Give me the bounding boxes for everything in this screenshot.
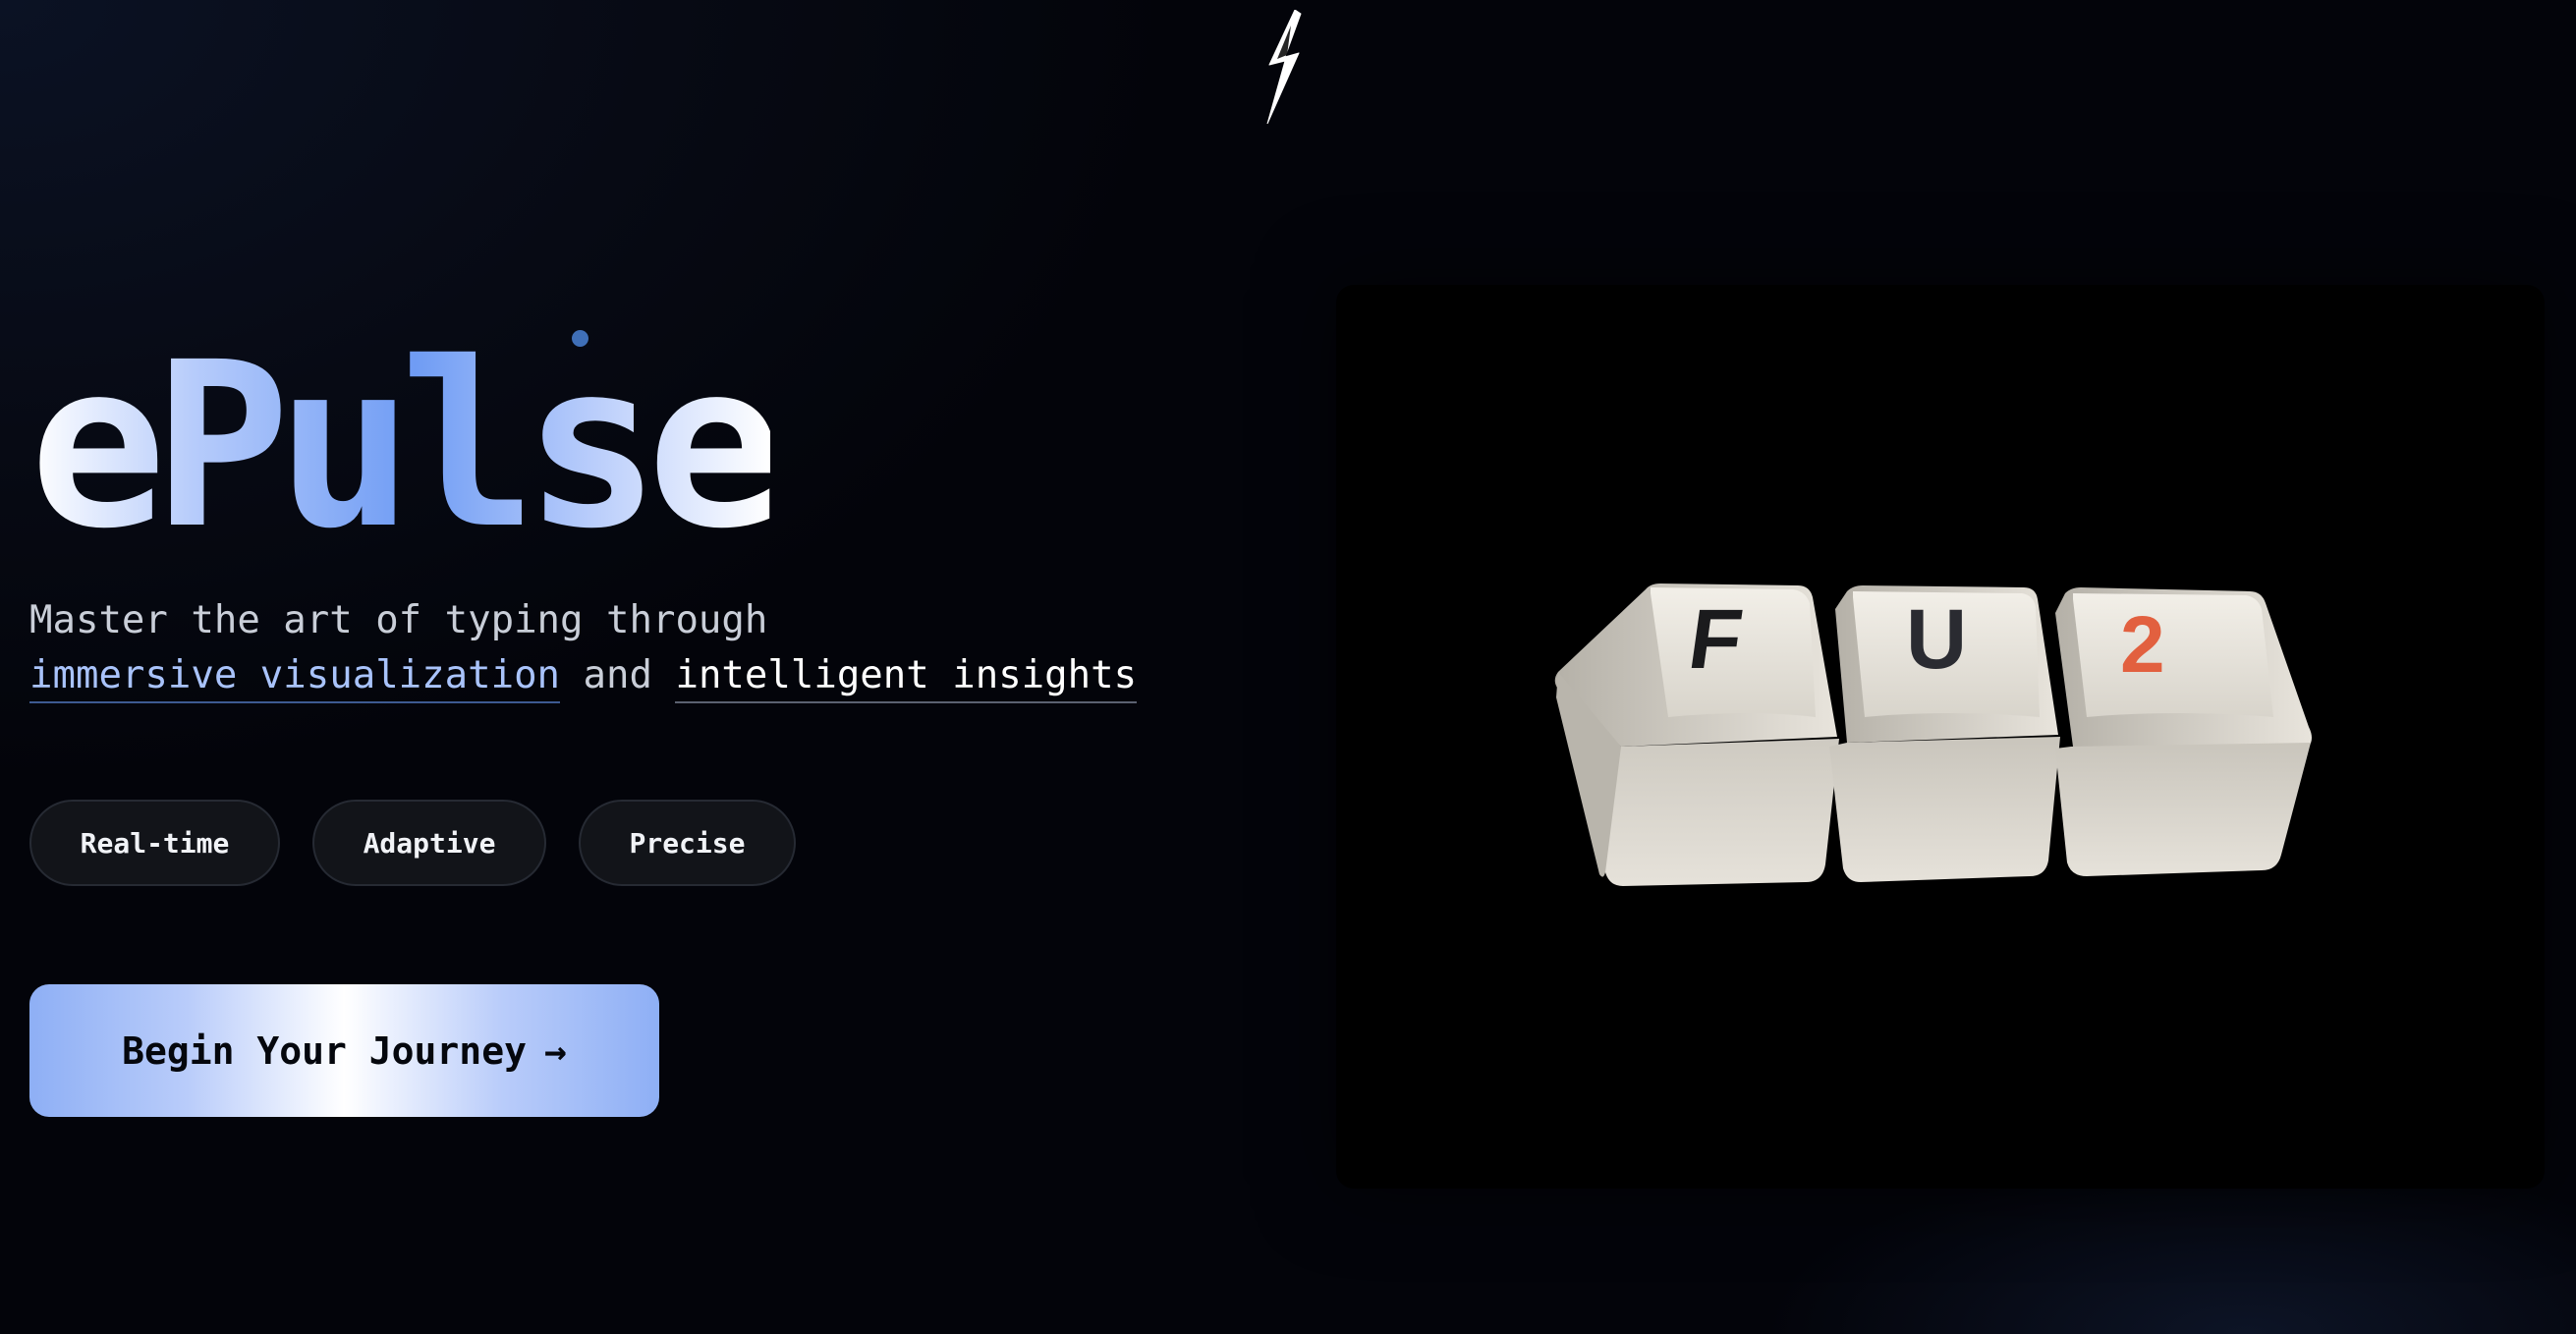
- begin-journey-label: Begin Your Journey: [122, 1028, 527, 1073]
- keycaps-illustration: F U 2: [1552, 570, 2319, 894]
- keycap-u-label: U: [1906, 592, 1967, 687]
- begin-journey-button[interactable]: Begin Your Journey →: [29, 984, 659, 1117]
- feature-pill-precise[interactable]: Precise: [579, 800, 796, 886]
- feature-pill-adaptive[interactable]: Adaptive: [312, 800, 546, 886]
- arrow-right-icon: →: [543, 1028, 567, 1073]
- feature-pills: Real-time Adaptive Precise: [29, 800, 796, 886]
- tagline-connector: and: [583, 653, 652, 697]
- brand-title: ePulse: [29, 313, 784, 579]
- tagline-line-2: immersive visualization and intelligent …: [29, 648, 1138, 703]
- feature-pill-realtime[interactable]: Real-time: [29, 800, 280, 886]
- keycap-f: F: [1554, 584, 1839, 886]
- keycap-u: U: [1829, 585, 2060, 882]
- highlight-insights: intelligent insights: [675, 653, 1138, 703]
- highlight-visualization: immersive visualization: [29, 653, 561, 703]
- keycap-2: 2: [2055, 587, 2312, 876]
- lightning-bolt-icon[interactable]: [1265, 10, 1303, 124]
- keycap-2-label: 2: [2120, 600, 2165, 690]
- tagline-line-1: Master the art of typing through: [29, 598, 768, 642]
- hero-tagline: Master the art of typing through immersi…: [29, 593, 1138, 703]
